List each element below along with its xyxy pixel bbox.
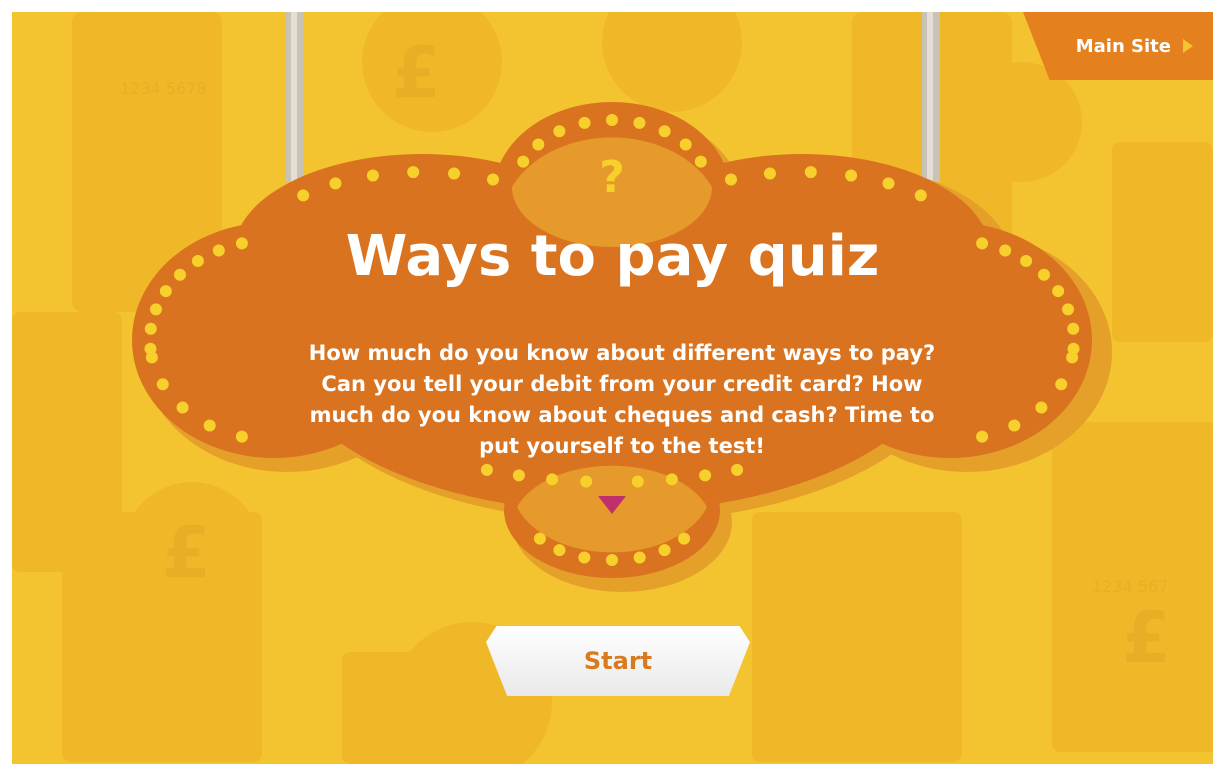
light-bulb — [407, 166, 420, 179]
question-mark-icon: ? — [599, 152, 625, 203]
light-bulb — [145, 351, 158, 364]
light-bulb — [156, 378, 169, 391]
light-bulb — [914, 189, 927, 202]
light-bulb — [694, 155, 707, 168]
start-button[interactable]: Start — [486, 626, 750, 696]
light-bulb — [882, 177, 895, 190]
start-button-label: Start — [583, 647, 653, 675]
light-bulb — [546, 473, 559, 486]
light-bulb — [512, 469, 525, 482]
light-bulb — [976, 430, 989, 443]
light-bulb — [763, 167, 776, 180]
quiz-stage: 1234 5678 1234 567 £ £ £ ? Ways to pay q… — [12, 12, 1213, 764]
quiz-description: How much do you know about different way… — [308, 341, 936, 458]
light-bulb — [845, 169, 858, 182]
light-bulb — [149, 303, 162, 316]
play-arrow-icon — [1183, 39, 1193, 53]
light-bulb — [699, 469, 712, 482]
light-bulb — [203, 419, 216, 432]
light-bulb — [448, 167, 461, 180]
light-bulb — [1035, 401, 1048, 414]
light-bulb — [606, 114, 618, 126]
main-site-button[interactable]: Main Site — [1023, 12, 1213, 80]
light-bulb — [1062, 303, 1075, 316]
light-bulb — [480, 463, 493, 476]
light-bulb — [144, 322, 157, 335]
light-bulb — [1067, 322, 1080, 335]
light-bulb — [329, 177, 342, 190]
light-bulb — [486, 173, 499, 186]
light-bulb — [633, 116, 646, 129]
light-bulb — [532, 138, 545, 151]
light-bulb — [678, 532, 691, 545]
light-bulb — [517, 155, 530, 168]
light-bulb — [725, 173, 738, 186]
light-bulb — [1055, 378, 1068, 391]
light-bulb — [631, 475, 644, 488]
light-bulb — [578, 551, 591, 564]
light-bulb — [731, 463, 744, 476]
light-bulb — [553, 125, 566, 138]
light-bulb — [1066, 351, 1079, 364]
light-bulb — [176, 401, 189, 414]
light-bulb — [633, 551, 646, 564]
light-bulb — [665, 473, 678, 486]
light-bulb — [606, 554, 618, 566]
light-bulb — [578, 116, 591, 129]
page-title: Ways to pay quiz — [345, 224, 880, 289]
light-bulb — [658, 125, 671, 138]
light-bulb — [553, 544, 566, 557]
light-bulb — [533, 532, 546, 545]
light-bulb — [679, 138, 692, 151]
light-bulb — [658, 544, 671, 557]
light-bulb — [235, 430, 248, 443]
light-bulb — [366, 169, 379, 182]
light-bulb — [804, 166, 817, 179]
light-bulb — [1008, 419, 1021, 432]
light-bulb — [297, 189, 310, 202]
main-site-label: Main Site — [1075, 35, 1171, 57]
light-bulb — [580, 475, 593, 488]
